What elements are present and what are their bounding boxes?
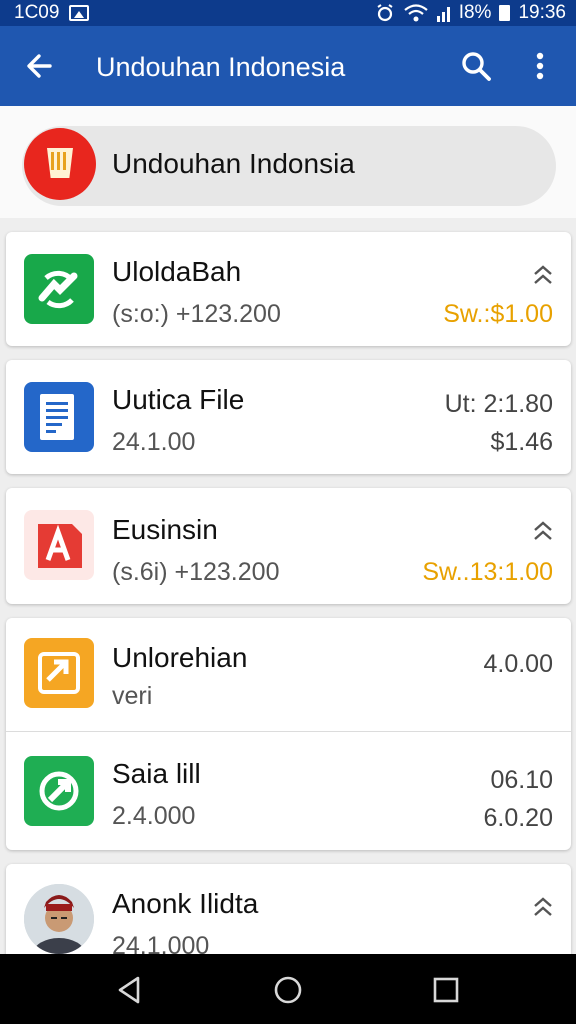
list-card: Unlorehian veri 4.0.00 Saia lill 2.4.000… — [6, 618, 571, 850]
item-right-bottom: 6.0.20 — [483, 804, 553, 832]
app-bar: Undouhan Indonesia — [0, 26, 576, 106]
image-icon — [69, 5, 90, 21]
item-right-top: Ut: 2:1.80 — [444, 390, 553, 418]
item-sub: (s.6i) +123.200 — [112, 558, 280, 586]
nav-home-icon[interactable] — [272, 974, 304, 1006]
item-name: UloldaBah — [112, 256, 242, 287]
list-item[interactable]: Uutica File 24.1.00 Ut: 2:1.80 $1.46 — [6, 360, 571, 474]
list-item[interactable]: Unlorehian veri 4.0.00 — [6, 618, 571, 732]
item-sub: veri — [112, 682, 153, 710]
item-right-bottom: Sw.:$1.00 — [443, 300, 553, 328]
list-card: UloldaBah (s:o:) +123.200 Sw.:$1.00 — [6, 232, 571, 346]
item-sub: 24.1.00 — [112, 428, 196, 456]
search-icon[interactable] — [458, 48, 494, 84]
list-item[interactable]: Saia lill 2.4.000 06.10 6.0.20 — [6, 732, 571, 850]
list-item[interactable]: UloldaBah (s:o:) +123.200 Sw.:$1.00 — [6, 232, 571, 346]
header-title: Undouhan Indonsia — [112, 148, 355, 179]
alarm-icon — [377, 4, 393, 22]
nav-recents-icon[interactable] — [430, 974, 462, 1006]
chevron-up-icon[interactable] — [531, 520, 555, 542]
item-sub: 2.4.000 — [112, 802, 196, 830]
item-name: Saia lill — [112, 758, 201, 789]
status-bar: 1C09 I8% 19:36 — [0, 0, 576, 26]
nav-back-icon[interactable] — [114, 974, 146, 1006]
header-area: Undouhan Indonsia — [0, 106, 576, 218]
navigation-bar — [0, 954, 576, 1024]
back-arrow-icon[interactable] — [22, 48, 58, 84]
chevron-up-icon[interactable] — [531, 896, 555, 918]
item-name: Anonk Ilidta — [112, 888, 259, 919]
more-vert-icon[interactable] — [524, 48, 556, 84]
document-icon — [24, 382, 94, 452]
list-card: Eusinsin (s.6i) +123.200 Sw..13:1.00 — [6, 488, 571, 604]
store-basket-icon — [24, 128, 96, 200]
signal-icon — [436, 7, 450, 22]
pdf-a-icon — [24, 510, 94, 580]
item-right-bottom: Sw..13:1.00 — [422, 558, 553, 586]
item-name: Eusinsin — [112, 514, 218, 545]
app-bar-title: Undouhan Indonesia — [96, 52, 346, 82]
avatar-photo — [24, 884, 94, 954]
item-name: Unlorehian — [112, 642, 248, 673]
list-item[interactable]: Eusinsin (s.6i) +123.200 Sw..13:1.00 — [6, 488, 571, 604]
status-left-text: 1C09 — [14, 2, 60, 23]
item-name: Uutica File — [112, 384, 245, 415]
green-link-icon — [24, 756, 94, 826]
item-right-bottom: $1.46 — [490, 428, 553, 456]
header-pill[interactable]: Undouhan Indonsia — [22, 126, 556, 206]
item-sub: (s:o:) +123.200 — [112, 300, 281, 328]
battery-percent: I8% — [458, 2, 492, 23]
chevron-up-icon[interactable] — [531, 264, 555, 286]
battery-icon — [499, 5, 511, 21]
green-arrow-icon — [24, 254, 94, 324]
status-time: 19:36 — [518, 2, 566, 23]
wifi-icon — [404, 4, 428, 22]
orange-sync-icon — [24, 638, 94, 708]
list-card: Uutica File 24.1.00 Ut: 2:1.80 $1.46 — [6, 360, 571, 474]
item-right-top: 06.10 — [490, 766, 553, 794]
item-right-top: 4.0.00 — [483, 650, 553, 678]
